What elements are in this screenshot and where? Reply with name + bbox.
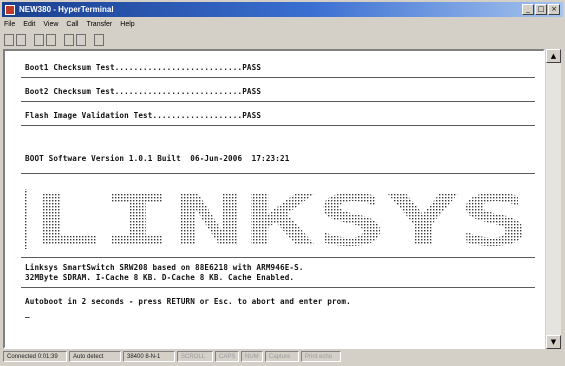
separator-line	[21, 125, 535, 126]
banner-left-edge	[25, 189, 28, 249]
linksys-ascii-banner: LINKSYS	[25, 185, 530, 253]
boot1-checksum-line: Boot1 Checksum Test.....................…	[25, 63, 262, 72]
boot2-checksum-line: Boot2 Checksum Test.....................…	[25, 87, 262, 96]
menu-help[interactable]: Help	[120, 19, 134, 30]
terminal-screen[interactable]: Boot1 Checksum Test.....................…	[11, 57, 539, 343]
status-emulation: Auto detect	[69, 351, 121, 362]
status-caps: CAPS	[215, 351, 239, 362]
menu-file[interactable]: File	[4, 19, 15, 30]
status-capture: Capture	[265, 351, 299, 362]
scroll-down-button[interactable]: ▼	[546, 335, 561, 349]
window-controls: _ □ ×	[522, 4, 560, 15]
terminal-frame[interactable]: Boot1 Checksum Test.....................…	[3, 49, 545, 349]
open-icon[interactable]	[16, 34, 26, 46]
menu-bar: File Edit View Call Transfer Help	[4, 19, 135, 30]
flash-validation-line: Flash Image Validation Test.............…	[25, 111, 262, 120]
system-info-line-2: 32MByte SDRAM. I-Cache 8 KB. D-Cache 8 K…	[25, 273, 295, 282]
menu-view[interactable]: View	[43, 19, 58, 30]
status-print-echo: Print echo	[301, 351, 341, 362]
new-icon[interactable]	[4, 34, 14, 46]
system-info-line-1: Linksys SmartSwitch SRW208 based on 88E6…	[25, 263, 304, 272]
terminal-cursor: _	[25, 309, 30, 318]
properties-icon[interactable]	[94, 34, 104, 46]
banner-text: LINKSYS	[30, 185, 530, 253]
status-bar: Connected 0:01:39 Auto detect 38400 8-N-…	[3, 351, 561, 363]
separator-line	[21, 257, 535, 258]
separator-line	[21, 287, 535, 288]
window-title: NEW380 - HyperTerminal	[19, 5, 114, 14]
receive-icon[interactable]	[76, 34, 86, 46]
menu-edit[interactable]: Edit	[23, 19, 35, 30]
menu-call[interactable]: Call	[66, 19, 78, 30]
separator-line	[21, 77, 535, 78]
vertical-scrollbar[interactable]: ▲ ▼	[546, 49, 561, 349]
toolbar	[4, 32, 104, 48]
connect-icon[interactable]	[46, 34, 56, 46]
boot-version-line: BOOT Software Version 1.0.1 Built 06-Jun…	[25, 154, 290, 163]
maximize-button[interactable]: □	[535, 4, 547, 15]
status-num: NUM	[241, 351, 263, 362]
minimize-button[interactable]: _	[522, 4, 534, 15]
separator-line	[21, 101, 535, 102]
title-bar[interactable]: NEW380 - HyperTerminal _ □ ×	[2, 2, 563, 17]
separator-line	[21, 173, 535, 174]
disconnect-icon[interactable]	[34, 34, 44, 46]
status-connection-time: Connected 0:01:39	[3, 351, 67, 362]
scroll-up-button[interactable]: ▲	[546, 49, 561, 63]
status-port-settings: 38400 8-N-1	[123, 351, 175, 362]
hyperterminal-window: NEW380 - HyperTerminal _ □ × File Edit V…	[0, 0, 565, 366]
status-scroll: SCROLL	[177, 351, 213, 362]
autoboot-line: Autoboot in 2 seconds - press RETURN or …	[25, 297, 351, 306]
send-icon[interactable]	[64, 34, 74, 46]
hyperterminal-app-icon[interactable]	[5, 4, 15, 15]
menu-transfer[interactable]: Transfer	[86, 19, 112, 30]
close-button[interactable]: ×	[548, 4, 560, 15]
